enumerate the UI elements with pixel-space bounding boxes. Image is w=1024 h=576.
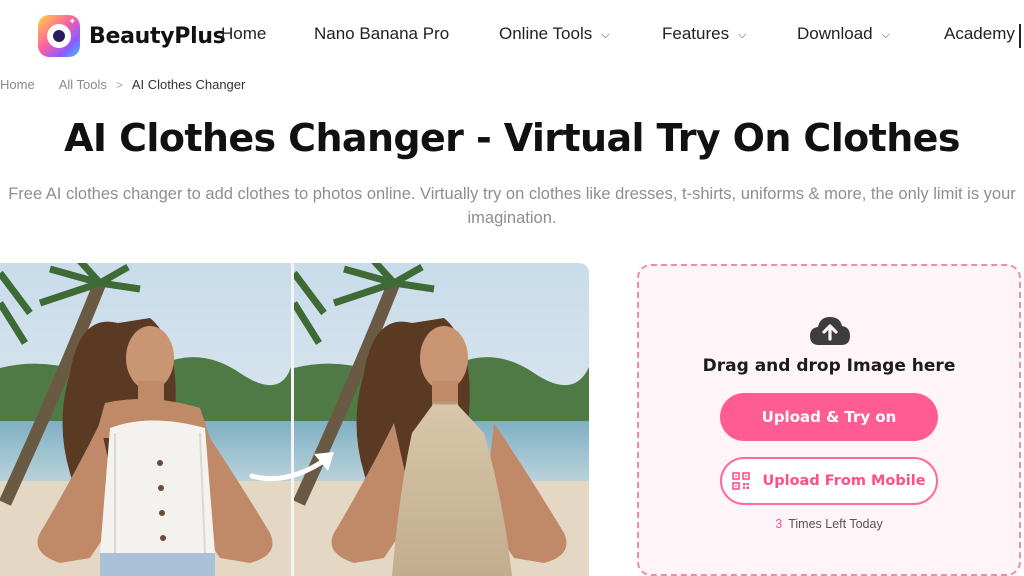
upload-dropzone[interactable]: Drag and drop Image here Upload & Try on…	[637, 264, 1021, 576]
site-header: ✦ BeautyPlus Home Nano Banana Pro Online…	[0, 0, 1024, 72]
qr-code-icon	[732, 472, 751, 490]
times-left-counter: 3 Times Left Today	[639, 517, 1019, 531]
nav-item-online-tools[interactable]: Online Tools ⌵	[499, 24, 610, 44]
after-image	[294, 263, 589, 576]
page-subtitle: Free AI clothes changer to add clothes t…	[8, 185, 1016, 227]
chevron-down-icon: ⌵	[738, 28, 747, 41]
chevron-down-icon: ⌵	[601, 28, 610, 41]
breadcrumb: Home All Tools > AI Clothes Changer	[0, 77, 245, 92]
times-left-label: Times Left Today	[788, 517, 883, 531]
before-after-comparison	[0, 263, 589, 576]
nav-item-features[interactable]: Features ⌵	[662, 24, 746, 44]
before-image	[0, 263, 291, 576]
page-title: AI Clothes Changer - Virtual Try On Clot…	[64, 116, 960, 160]
times-left-count: 3	[775, 517, 783, 531]
breadcrumb-all-tools[interactable]: All Tools	[59, 77, 107, 92]
nav-item-download[interactable]: Download ⌵	[797, 24, 890, 44]
brand-logo[interactable]: ✦ BeautyPlus	[38, 15, 226, 57]
nav-item-nano-banana-pro[interactable]: Nano Banana Pro	[314, 24, 449, 44]
upload-try-on-button[interactable]: Upload & Try on	[720, 393, 938, 441]
breadcrumb-home[interactable]: Home	[0, 77, 35, 92]
brand-logo-icon: ✦	[38, 15, 80, 57]
breadcrumb-current: AI Clothes Changer	[131, 77, 246, 92]
upload-from-mobile-button[interactable]: Upload From Mobile	[720, 457, 938, 505]
nav-item-home[interactable]: Home	[221, 24, 266, 44]
nav-divider	[1019, 24, 1021, 48]
cloud-upload-icon	[810, 317, 850, 345]
chevron-down-icon: ⌵	[881, 28, 890, 41]
brand-name: BeautyPlus	[89, 23, 226, 49]
upload-prompt: Drag and drop Image here	[702, 356, 956, 376]
breadcrumb-separator: >	[115, 77, 123, 92]
nav-item-academy[interactable]: Academy	[944, 24, 1015, 44]
curved-arrow-icon	[249, 452, 334, 482]
